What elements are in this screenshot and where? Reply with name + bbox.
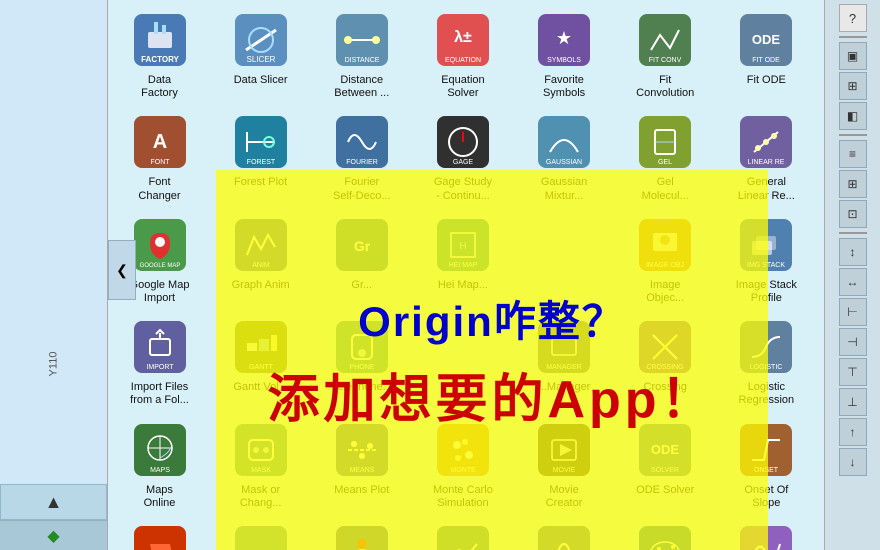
svg-text:A: A	[152, 131, 166, 153]
diamond-indicator[interactable]: ◆	[0, 520, 107, 550]
overlay-title: Origin咋整？	[358, 288, 626, 349]
app-label-distance-between: Distance Between ...	[334, 74, 389, 100]
rb11[interactable]: ⊤	[839, 358, 867, 386]
app-label-data-factory: Data Factory	[141, 74, 178, 100]
app-icon-data-slicer: SLICER	[231, 10, 291, 70]
rb13[interactable]: ↑	[839, 418, 867, 446]
app-label-equation-solver: Equation Solver	[441, 74, 484, 100]
app-item-fit-convolution[interactable]: FIT CONV Fit Convolution	[618, 4, 713, 106]
app-label-fit-ode: Fit ODE	[747, 74, 786, 87]
app-icon-gaussian-mixture: GAUSSIAN	[534, 112, 594, 172]
app-label-import-files-fol: Import Files from a Fol...	[130, 381, 189, 407]
app-label-fit-convolution: Fit Convolution	[636, 74, 694, 100]
rb14[interactable]: ↓	[839, 448, 867, 476]
app-icon-fourier-self-deco: FOURIER	[332, 112, 392, 172]
app-icon-distance-between: DISTANCE	[332, 10, 392, 70]
help-btn[interactable]: ?	[839, 4, 867, 32]
app-item-distance-between[interactable]: DISTANCE Distance Between ...	[314, 4, 409, 106]
up-arrow-icon: ▲	[45, 492, 63, 513]
svg-text:ODE: ODE	[752, 32, 781, 47]
svg-text:GEL: GEL	[658, 159, 672, 166]
app-icon-font-changer: A FONT	[130, 112, 190, 172]
rb6[interactable]: ⊡	[839, 200, 867, 228]
app-label-data-slicer: Data Slicer	[234, 74, 288, 87]
svg-text:MAPS: MAPS	[150, 467, 170, 474]
app-icon-maps-online: MAPS	[130, 420, 190, 480]
app-item-data-factory[interactable]: FACTORY Data Factory	[112, 4, 207, 106]
app-icon-google-map-import: GOOGLE MAP	[130, 215, 190, 275]
diamond-icon: ◆	[47, 526, 59, 546]
svg-text:IMPORT: IMPORT	[146, 364, 174, 371]
y-label: Y110	[48, 352, 60, 377]
app-item-maps-online[interactable]: MAPS Maps Online	[112, 414, 207, 516]
svg-text:SLICER: SLICER	[246, 55, 275, 64]
app-item-favorite-symbols[interactable]: ★ SYMBOLS Favorite Symbols	[517, 4, 612, 106]
app-item-origin-file-browser[interactable]: ORIGINOrigin File Browser	[112, 516, 207, 550]
svg-text:★: ★	[556, 28, 572, 48]
app-icon-gage-study: GAGE	[433, 112, 493, 172]
rb9[interactable]: ⊢	[839, 298, 867, 326]
svg-text:EQUATION: EQUATION	[445, 57, 481, 64]
rb4[interactable]: ≡	[839, 140, 867, 168]
rb3[interactable]: ◧	[839, 102, 867, 130]
collapse-icon: ❮	[116, 262, 128, 279]
svg-text:GOOGLE MAP: GOOGLE MAP	[139, 263, 180, 269]
app-item-import-files-fol[interactable]: IMPORT Import Files from a Fol...	[112, 311, 207, 413]
app-icon-origin-file-browser: ORIGIN	[130, 522, 190, 550]
svg-text:FOURIER: FOURIER	[346, 159, 378, 166]
collapse-sidebar-btn[interactable]: ❮	[108, 240, 136, 300]
rb7[interactable]: ↕	[839, 238, 867, 266]
svg-text:GAUSSIAN: GAUSSIAN	[546, 159, 582, 166]
svg-text:DISTANCE: DISTANCE	[344, 57, 379, 64]
app-label-favorite-symbols: Favorite Symbols	[543, 74, 585, 100]
svg-text:GAGE: GAGE	[453, 159, 474, 166]
app-item-data-slicer[interactable]: SLICER Data Slicer	[213, 4, 308, 106]
app-icon-forest-plot: FOREST	[231, 112, 291, 172]
app-icon-equation-solver: λ± EQUATION	[433, 10, 493, 70]
svg-text:FIT ODE: FIT ODE	[753, 57, 781, 64]
rb2[interactable]: ⊞	[839, 72, 867, 100]
right-sidebar: ? ▣ ⊞ ◧ ≡ ⊞ ⊡ ↕ ↔ ⊢ ⊣ ⊤ ⊥ ↑ ↓	[824, 0, 880, 550]
app-label-google-map-import: Google Map Import	[130, 279, 190, 305]
app-item-font-changer[interactable]: A FONT Font Changer	[112, 106, 207, 208]
app-icon-general-linear-re: LINEAR RE	[736, 112, 796, 172]
svg-text:FOREST: FOREST	[246, 159, 275, 166]
app-item-equation-solver[interactable]: λ± EQUATION Equation Solver	[415, 4, 510, 106]
app-icon-data-factory: FACTORY	[130, 10, 190, 70]
app-item-fit-ode[interactable]: ODE FIT ODE Fit ODE	[719, 4, 814, 106]
svg-text:LINEAR RE: LINEAR RE	[748, 159, 785, 166]
app-label-font-changer: Font Changer	[138, 176, 180, 202]
rb1[interactable]: ▣	[839, 42, 867, 70]
overlay-subtitle: 添加想要的App！	[267, 357, 716, 432]
rb5[interactable]: ⊞	[839, 170, 867, 198]
overlay-banner: Origin咋整？ 添加想要的App！	[216, 170, 768, 550]
app-icon-import-files-fol: IMPORT	[130, 317, 190, 377]
svg-text:λ±: λ±	[454, 29, 472, 46]
app-icon-fit-ode: ODE FIT ODE	[736, 10, 796, 70]
rb12[interactable]: ⊥	[839, 388, 867, 416]
app-label-maps-online: Maps Online	[144, 484, 176, 510]
svg-text:FACTORY: FACTORY	[141, 55, 179, 64]
left-sidebar: Y110 ▲ ◆	[0, 0, 108, 550]
svg-text:FIT CONV: FIT CONV	[649, 57, 682, 64]
rb10[interactable]: ⊣	[839, 328, 867, 356]
sidebar-up-btn[interactable]: ▲	[0, 484, 107, 520]
app-icon-favorite-symbols: ★ SYMBOLS	[534, 10, 594, 70]
app-icon-gel-molecule: GEL	[635, 112, 695, 172]
svg-text:SYMBOLS: SYMBOLS	[547, 57, 581, 64]
app-grid-area: FACTORY Data Factory SLICER Data Slicer DIST…	[108, 0, 824, 550]
app-icon-fit-convolution: FIT CONV	[635, 10, 695, 70]
sidebar-top	[0, 0, 107, 484]
svg-text:FONT: FONT	[150, 159, 170, 166]
rb8[interactable]: ↔	[839, 268, 867, 296]
